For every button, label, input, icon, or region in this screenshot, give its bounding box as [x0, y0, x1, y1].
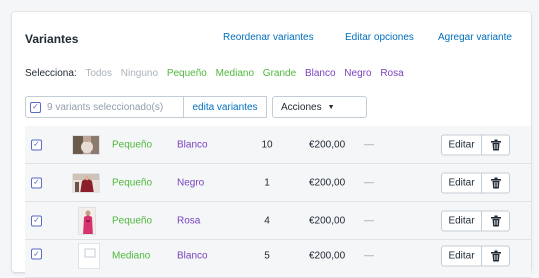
delete-variant-button[interactable]: [482, 210, 510, 231]
table-row: ✓ Pequeño Negro 1 €200,00 — Editar: [25, 164, 531, 202]
table-row: ✓ Pequeño Rosa 4 €200,00 — Editar: [25, 202, 531, 240]
variant-thumbnail: [72, 172, 100, 193]
variant-color[interactable]: Negro: [177, 177, 204, 188]
select-grande-link[interactable]: Grande: [263, 68, 296, 79]
add-variant-link[interactable]: Agregar variante: [438, 32, 512, 43]
variant-size[interactable]: Pequeño: [112, 139, 152, 150]
row-checkbox[interactable]: ✓: [31, 139, 42, 150]
variant-price: €200,00: [309, 215, 346, 226]
trash-icon: [490, 177, 501, 188]
delete-variant-button[interactable]: [482, 245, 510, 267]
table-row: ✓ Pequeño Blanco 10 €200,00 — Editar: [25, 126, 531, 164]
select-filter-label: Selecciona:: [25, 68, 77, 79]
variant-color[interactable]: Rosa: [177, 215, 200, 226]
variant-thumbnail: [78, 243, 100, 269]
caret-down-icon: ▼: [327, 103, 335, 111]
reorder-variants-link[interactable]: Reordenar variantes: [223, 32, 314, 43]
trash-icon: [490, 139, 501, 150]
variant-compare-price: —: [364, 215, 374, 226]
edit-variants-button[interactable]: edita variantes: [184, 96, 267, 118]
edit-options-link[interactable]: Editar opciones: [345, 32, 414, 43]
select-rosa-link[interactable]: Rosa: [380, 68, 403, 79]
variant-quantity: 5: [264, 250, 270, 262]
delete-variant-button[interactable]: [482, 172, 510, 193]
variant-price: €200,00: [309, 177, 346, 188]
variant-size[interactable]: Pequeño: [112, 177, 152, 188]
card-title: Variantes: [25, 32, 79, 46]
select-negro-link[interactable]: Negro: [344, 68, 371, 79]
variant-thumbnail: [72, 134, 100, 155]
variant-compare-price: —: [364, 177, 374, 188]
row-checkbox[interactable]: ✓: [31, 248, 42, 260]
variant-size[interactable]: Pequeño: [112, 215, 152, 226]
select-filter: Selecciona: Todos Ninguno Pequeño Median…: [25, 68, 410, 82]
edit-variant-button[interactable]: Editar: [441, 245, 482, 267]
variants-card: Variantes Reordenar variantes Editar opc…: [12, 12, 531, 278]
trash-icon: [490, 250, 501, 262]
trash-icon: [490, 215, 501, 226]
bulk-actions-bar: ✓ 9 variants seleccionado(s) edita varia…: [25, 96, 367, 118]
variant-quantity: 4: [264, 215, 270, 226]
check-icon: ✓: [30, 101, 41, 113]
actions-dropdown[interactable]: Acciones ▼: [272, 96, 367, 118]
variant-quantity: 1: [264, 177, 270, 188]
table-row: ✓ Mediano Blanco 5 €200,00 — Editar: [25, 240, 531, 278]
select-none-link[interactable]: Ninguno: [121, 68, 158, 79]
edit-variant-button[interactable]: Editar: [441, 172, 482, 193]
variant-color[interactable]: Blanco: [177, 139, 208, 150]
selected-count: 9 variants seleccionado(s): [47, 101, 164, 113]
actions-label: Acciones: [281, 101, 322, 113]
select-all-link[interactable]: Todos: [85, 68, 112, 79]
select-mediano-link[interactable]: Mediano: [216, 68, 254, 79]
delete-variant-button[interactable]: [482, 134, 510, 155]
row-checkbox[interactable]: ✓: [31, 215, 42, 226]
variant-price: €200,00: [309, 250, 346, 262]
variant-compare-price: —: [364, 139, 374, 150]
edit-variant-button[interactable]: Editar: [441, 134, 482, 155]
select-pequeno-link[interactable]: Pequeño: [167, 68, 207, 79]
variant-color[interactable]: Blanco: [177, 251, 208, 262]
bulk-select-checkbox[interactable]: ✓ 9 variants seleccionado(s): [25, 96, 184, 118]
variant-compare-price: —: [364, 250, 374, 262]
row-checkbox[interactable]: ✓: [31, 177, 42, 188]
variant-price: €200,00: [309, 139, 346, 150]
variant-size[interactable]: Mediano: [112, 251, 150, 262]
variant-quantity: 10: [261, 139, 273, 150]
variants-table: ✓ Pequeño Blanco 10 €200,00 — Editar ✓ P…: [25, 126, 531, 278]
edit-variant-button[interactable]: Editar: [441, 210, 482, 231]
select-blanco-link[interactable]: Blanco: [305, 68, 336, 79]
variant-thumbnail: [78, 206, 96, 235]
